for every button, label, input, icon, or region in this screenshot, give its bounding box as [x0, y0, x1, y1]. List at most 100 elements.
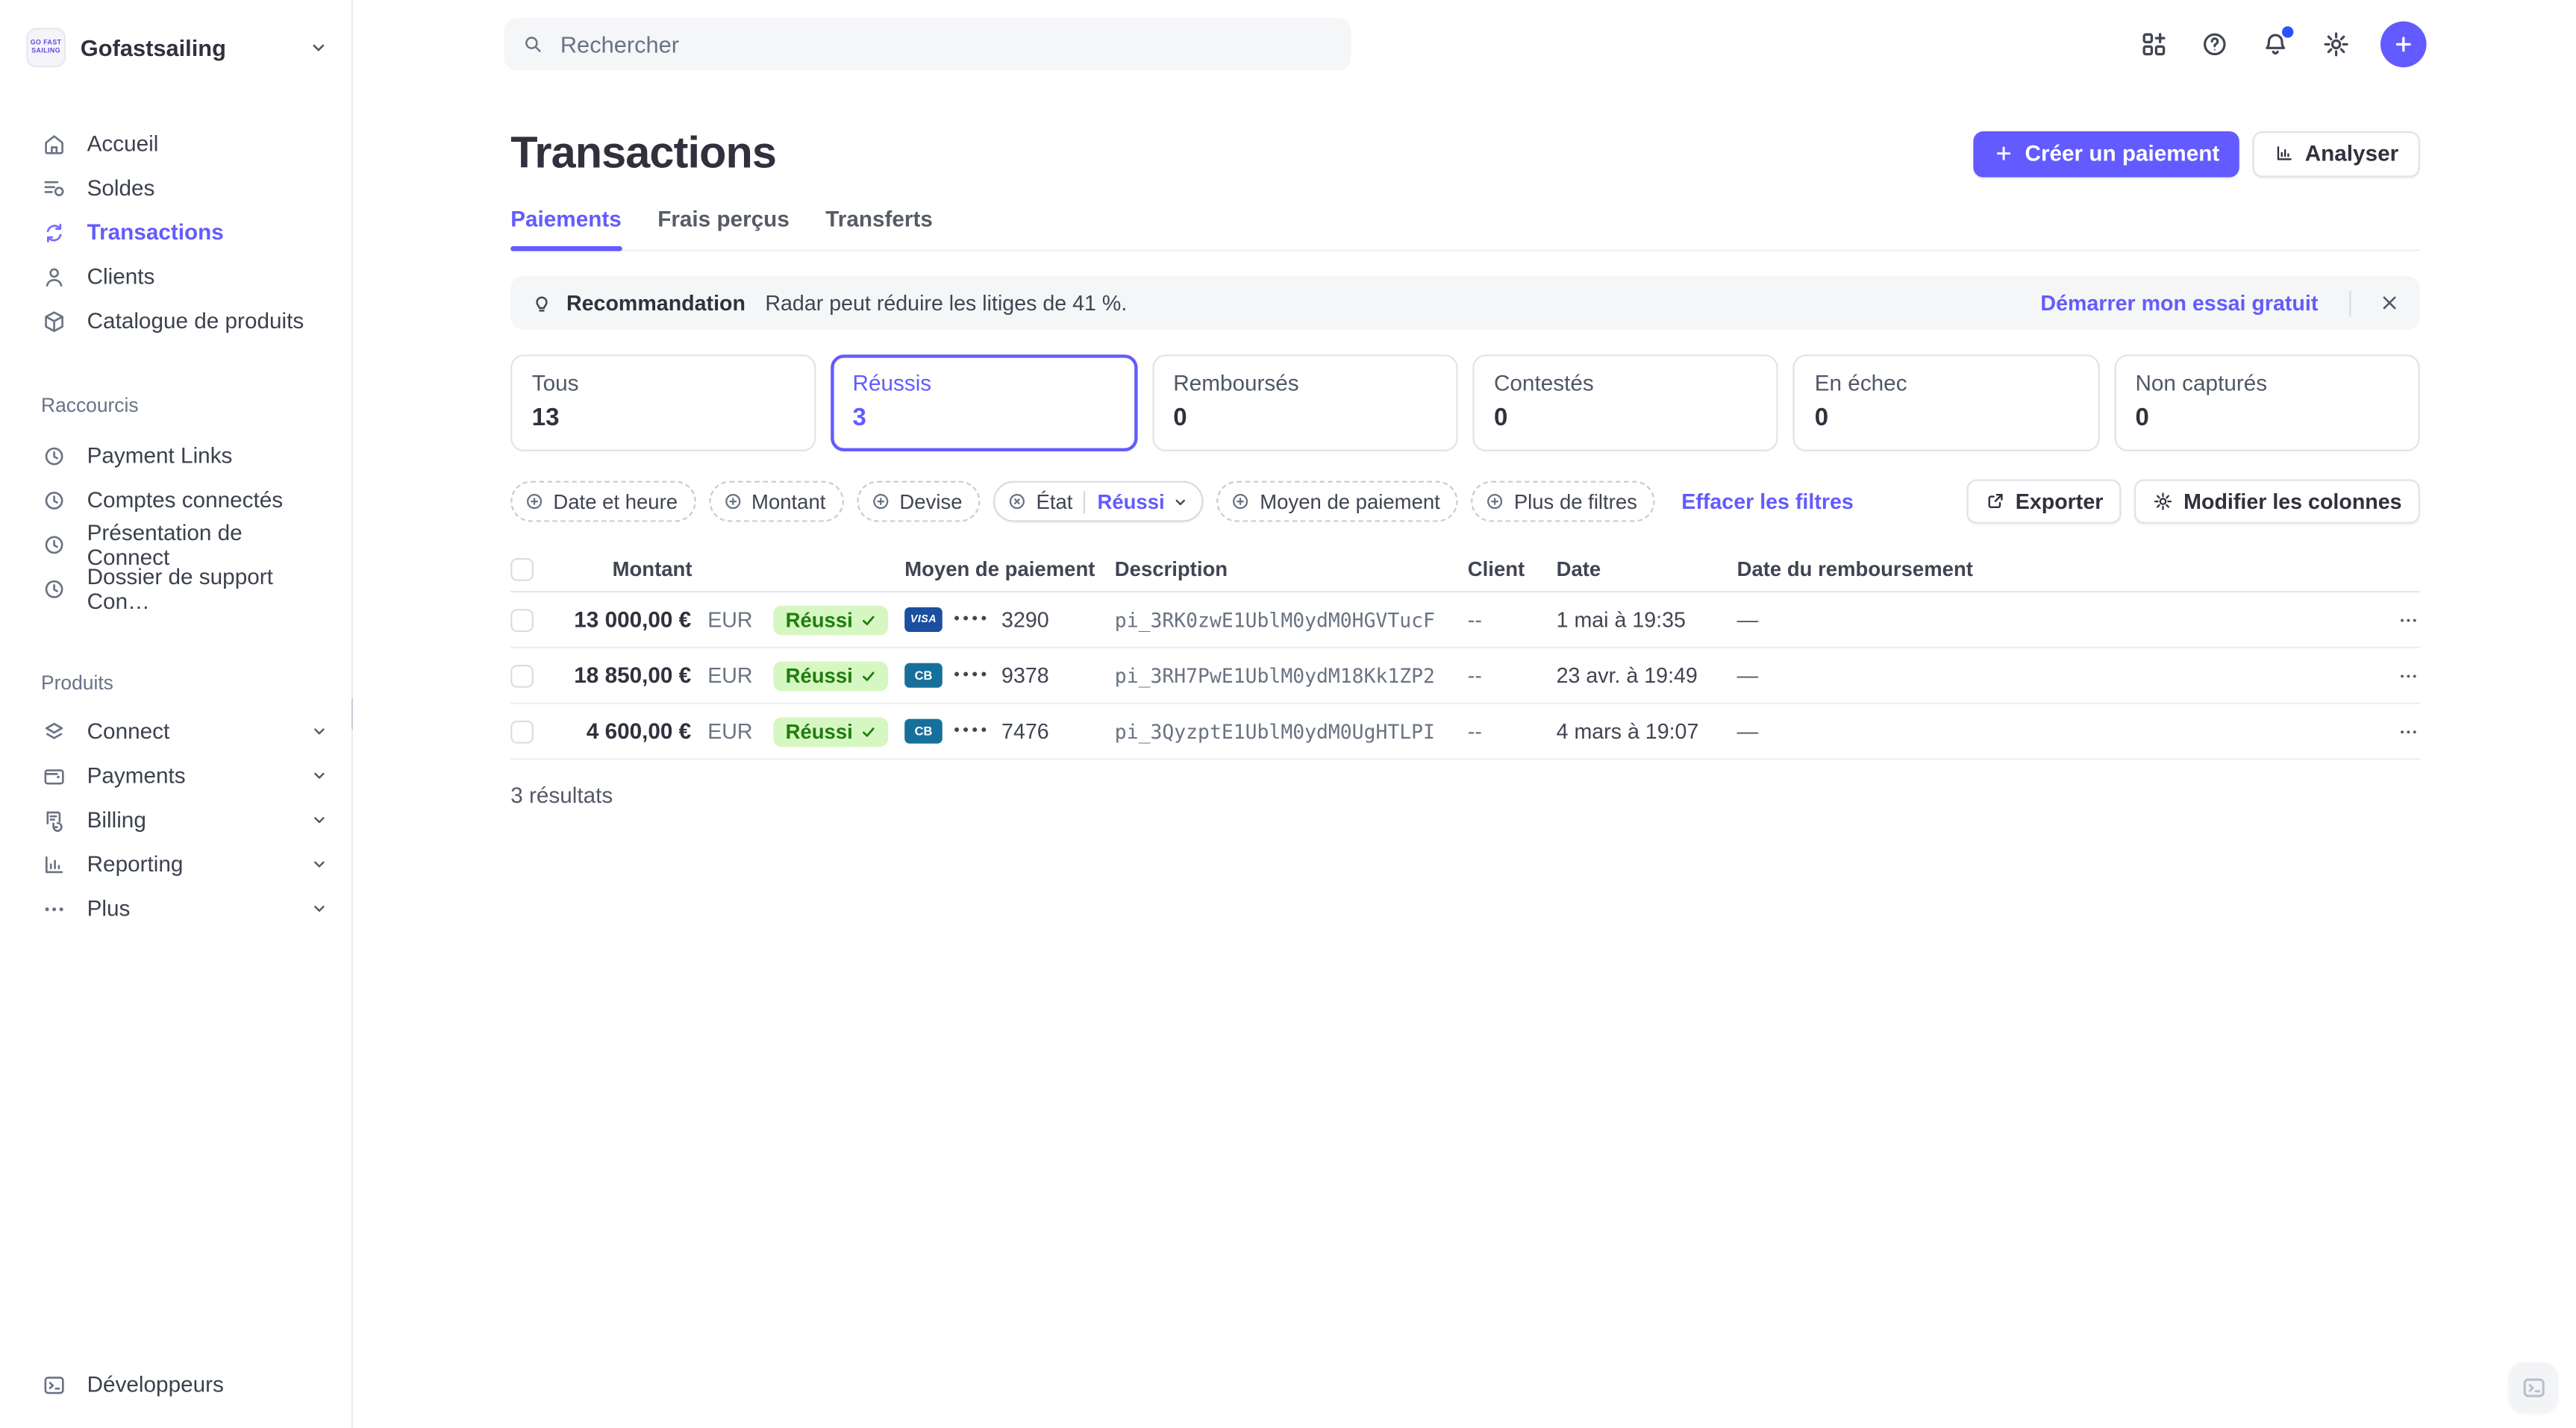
sidebar-item-catalogue[interactable]: Catalogue de produits — [0, 298, 351, 342]
column-header-montant[interactable]: Montant — [560, 558, 904, 581]
tab-paiements[interactable]: Paiements — [510, 207, 622, 249]
sidebar-item-clients[interactable]: Clients — [0, 254, 351, 298]
search-bar[interactable] — [504, 18, 1351, 70]
sidebar-item-developpeurs[interactable]: Développeurs — [0, 1362, 351, 1406]
clock-icon — [41, 575, 67, 601]
description-cell: pi_3QyzptE1UblM0ydM0UgHTLPI — [1115, 720, 1468, 743]
status-card-count: 13 — [532, 404, 795, 431]
table-row[interactable]: 4 600,00 € EUR Réussi CB •••• 7476 — [510, 704, 2420, 760]
column-header-moyen[interactable]: Moyen de paiement — [904, 558, 1115, 581]
card-mask: •••• — [954, 610, 990, 628]
status-label: Réussi — [786, 608, 853, 631]
filter-chip-plus-filtres[interactable]: Plus de filtres — [1472, 481, 1655, 522]
status-card-label: Non capturés — [2135, 371, 2398, 395]
terminal-icon — [2519, 1373, 2547, 1400]
row-menu-button[interactable] — [2397, 720, 2420, 743]
status-label: Réussi — [786, 664, 853, 687]
row-menu-button[interactable] — [2397, 664, 2420, 687]
billing-icon — [41, 807, 67, 833]
sidebar-item-comptes-connectes[interactable]: Comptes connectés — [0, 477, 351, 522]
status-card-rembourses[interactable]: Remboursés 0 — [1152, 354, 1458, 451]
column-header-refund[interactable]: Date du remboursement — [1737, 558, 2371, 581]
tab-transferts[interactable]: Transferts — [825, 207, 933, 249]
sidebar-item-label: Transactions — [87, 220, 224, 245]
sidebar-item-label: Catalogue de produits — [87, 309, 304, 333]
status-badge: Réussi — [774, 661, 889, 691]
transactions-icon — [41, 219, 67, 245]
row-checkbox[interactable] — [510, 720, 534, 743]
status-card-reussis[interactable]: Réussis 3 — [831, 354, 1137, 451]
status-card-contestes[interactable]: Contestés 0 — [1472, 354, 1778, 451]
row-checkbox[interactable] — [510, 664, 534, 687]
sidebar-item-label: Payments — [87, 763, 186, 788]
status-card-en-echec[interactable]: En échec 0 — [1793, 354, 2099, 451]
tab-frais-percus[interactable]: Frais perçus — [657, 207, 790, 249]
column-header-client[interactable]: Client — [1468, 558, 1557, 581]
status-card-tous[interactable]: Tous 13 — [510, 354, 816, 451]
status-card-label: Remboursés — [1173, 371, 1437, 395]
sidebar-item-plus[interactable]: Plus — [0, 886, 351, 930]
sidebar-item-billing[interactable]: Billing — [0, 798, 351, 842]
chevron-down-icon — [1173, 493, 1189, 510]
apps-button[interactable] — [2137, 28, 2170, 60]
filter-chip-etat[interactable]: État Réussi — [993, 481, 1204, 522]
remove-filter-icon[interactable] — [1007, 491, 1028, 513]
sidebar-item-soldes[interactable]: Soldes — [0, 166, 351, 210]
banner-close-button[interactable] — [2379, 292, 2401, 314]
analyze-button[interactable]: Analyser — [2252, 131, 2420, 177]
status-card-non-captures[interactable]: Non capturés 0 — [2114, 354, 2420, 451]
settings-button[interactable] — [2320, 28, 2353, 60]
table-header-row: Montant Moyen de paiement Description Cl… — [510, 548, 2420, 592]
banner-text: Radar peut réduire les litiges de 41 %. — [765, 290, 1127, 315]
page-header: Transactions Créer un paiement Analyser — [510, 128, 2420, 179]
sidebar-item-label: Billing — [87, 807, 146, 832]
column-header-date[interactable]: Date — [1557, 558, 1737, 581]
table-row[interactable]: 13 000,00 € EUR Réussi VISA •••• 3290 — [510, 592, 2420, 648]
sidebar-item-connect[interactable]: Connect — [0, 709, 351, 753]
column-header-description[interactable]: Description — [1115, 558, 1468, 581]
sidebar-item-payment-links[interactable]: Payment Links — [0, 433, 351, 477]
amount-cell: 4 600,00 € EUR Réussi — [560, 716, 904, 746]
create-payment-button[interactable]: Créer un paiement — [1974, 131, 2239, 177]
notifications-button[interactable] — [2259, 28, 2292, 60]
sidebar-item-accueil[interactable]: Accueil — [0, 122, 351, 166]
row-menu-button[interactable] — [2397, 608, 2420, 631]
clock-icon — [41, 442, 67, 469]
row-checkbox[interactable] — [510, 608, 534, 631]
client-cell: -- — [1468, 607, 1557, 632]
filter-chip-moyen-paiement[interactable]: Moyen de paiement — [1217, 481, 1458, 522]
select-all-checkbox[interactable] — [510, 558, 534, 581]
filter-chip-date[interactable]: Date et heure — [510, 481, 695, 522]
bar-chart-icon — [2274, 143, 2295, 164]
clear-filters-link[interactable]: Effacer les filtres — [1681, 489, 1854, 514]
visa-card-icon: VISA — [904, 607, 942, 632]
edit-columns-button[interactable]: Modifier les colonnes — [2134, 479, 2420, 523]
sidebar-item-presentation-connect[interactable]: Présentation de Connect — [0, 522, 351, 566]
add-filter-icon — [870, 491, 892, 513]
create-button[interactable] — [2380, 22, 2427, 68]
developer-console-button[interactable] — [2509, 1362, 2558, 1412]
sidebar-item-payments[interactable]: Payments — [0, 754, 351, 798]
topbar — [353, 0, 2576, 89]
table-row[interactable]: 18 850,00 € EUR Réussi CB •••• 9378 — [510, 648, 2420, 704]
home-icon — [41, 131, 67, 157]
results-count: 3 résultats — [510, 783, 2420, 807]
sidebar-item-transactions[interactable]: Transactions — [0, 210, 351, 254]
reporting-icon — [41, 851, 67, 877]
start-trial-link[interactable]: Démarrer mon essai gratuit — [2040, 290, 2318, 315]
payments-icon — [41, 762, 67, 789]
account-switcher[interactable]: GO FAST SAILING Gofastsailing — [0, 25, 351, 71]
search-input[interactable] — [557, 30, 1333, 60]
filter-chip-montant[interactable]: Montant — [709, 481, 844, 522]
filter-chip-label: Devise — [899, 490, 962, 513]
filter-chip-devise[interactable]: Devise — [857, 481, 980, 522]
sidebar-item-dossier-support[interactable]: Dossier de support Con… — [0, 566, 351, 610]
connect-icon — [41, 718, 67, 745]
card-last4: 7476 — [1001, 719, 1049, 744]
card-mask: •••• — [954, 722, 990, 740]
recommendation-banner: Recommandation Radar peut réduire les li… — [510, 276, 2420, 331]
analyze-label: Analyser — [2305, 141, 2399, 166]
sidebar-item-reporting[interactable]: Reporting — [0, 842, 351, 886]
export-button[interactable]: Exporter — [1966, 479, 2122, 523]
help-button[interactable] — [2198, 28, 2231, 60]
